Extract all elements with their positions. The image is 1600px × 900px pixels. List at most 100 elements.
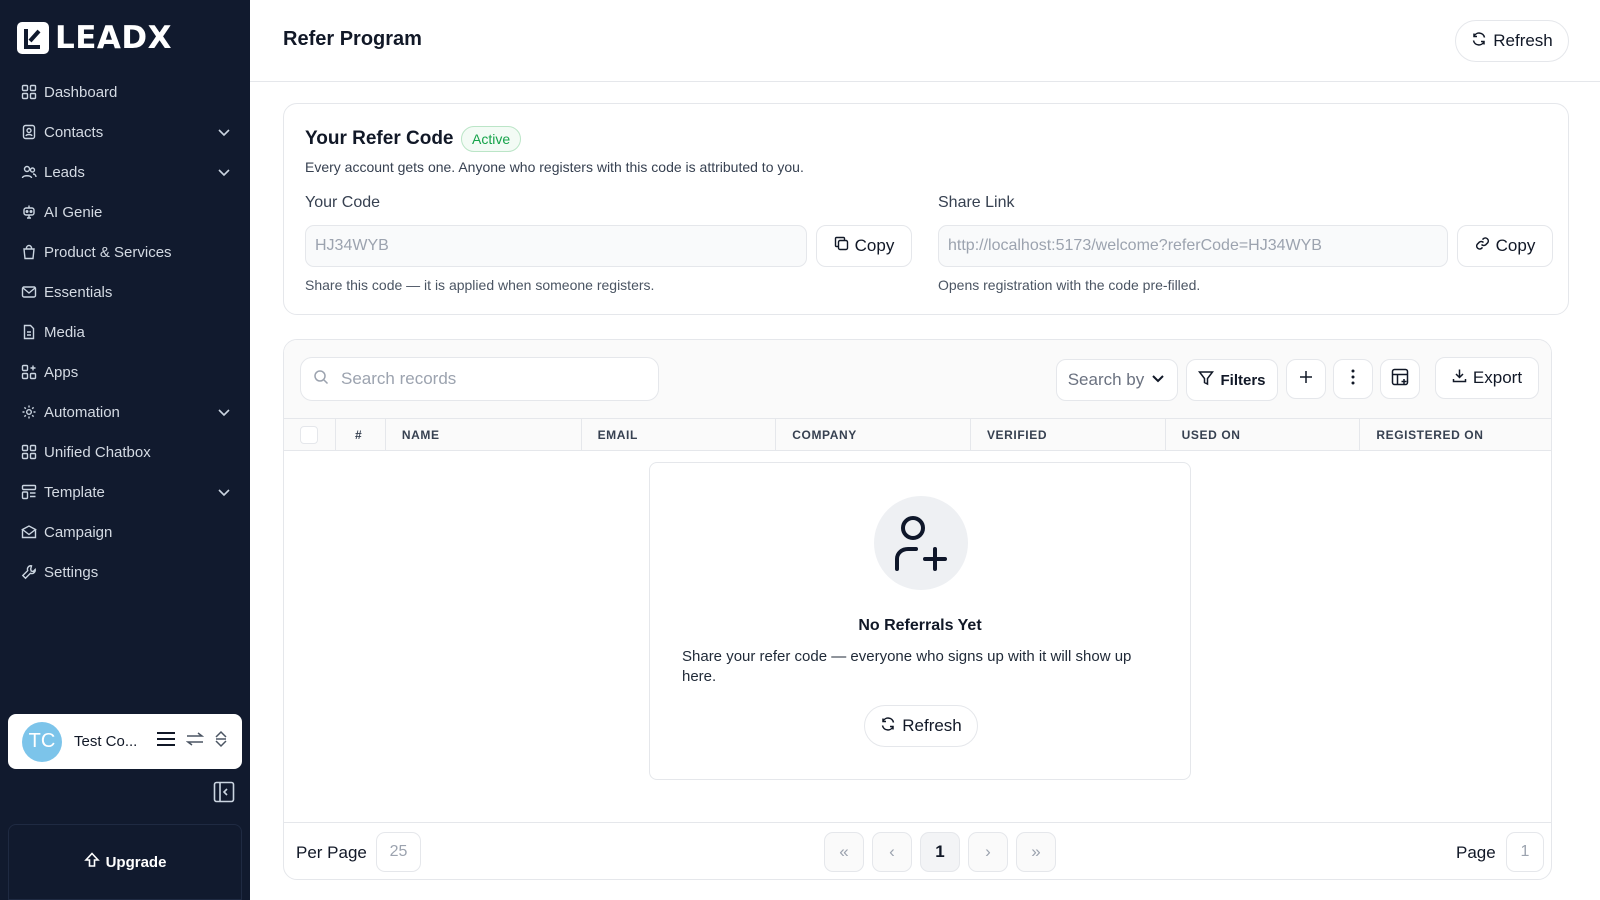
filters-button[interactable]: Filters: [1186, 359, 1278, 401]
filter-icon: [1198, 370, 1215, 390]
sidebar-item-campaign[interactable]: Campaign: [20, 512, 232, 552]
chevron-down-icon[interactable]: [216, 124, 232, 140]
sidebar-item-ai-genie[interactable]: AI Genie: [20, 192, 232, 232]
refer-code-field[interactable]: HJ34WYB: [305, 225, 807, 267]
column-header-email[interactable]: EMAIL: [582, 419, 777, 450]
more-options-button[interactable]: [1333, 359, 1373, 399]
column-header-verified[interactable]: VERIFIED: [971, 419, 1166, 450]
first-page-button[interactable]: «: [824, 832, 864, 872]
your-code-label: Your Code: [305, 194, 381, 211]
search-by-dropdown[interactable]: Search by: [1056, 359, 1178, 401]
sidebar-item-label: Apps: [44, 363, 79, 381]
sidebar-item-label: Essentials: [44, 283, 113, 301]
users-icon: [20, 163, 38, 181]
filters-label: Filters: [1220, 371, 1266, 389]
table-columns-icon: [1391, 368, 1409, 391]
column-header-index[interactable]: #: [336, 419, 386, 450]
upgrade-arrow-icon: [83, 852, 100, 872]
avatar[interactable]: TC: [22, 721, 62, 762]
column-header-company[interactable]: COMPANY: [776, 419, 971, 450]
sidebar-item-label: Campaign: [44, 523, 113, 541]
referrals-table-card: Search records Search by Filters Export …: [283, 339, 1552, 880]
share-link-label: Share Link: [938, 194, 1015, 211]
robot-icon: [20, 203, 38, 221]
upgrade-label: Upgrade: [105, 853, 167, 871]
search-by-label: Search by: [1067, 370, 1145, 389]
sidebar-item-label: Settings: [44, 563, 99, 581]
upgrade-button[interactable]: Upgrade: [8, 824, 242, 900]
sidebar-item-automation[interactable]: Automation: [20, 392, 232, 432]
copy-link-button[interactable]: Copy: [1457, 225, 1553, 267]
column-header-used-on[interactable]: USED ON: [1166, 419, 1361, 450]
chevron-down-icon[interactable]: [216, 484, 232, 500]
sidebar-item-label: Leads: [44, 163, 85, 181]
sidebar-item-apps[interactable]: Apps: [20, 352, 232, 392]
table-header: # NAME EMAIL COMPANY VERIFIED USED ON RE…: [284, 418, 1551, 451]
add-button[interactable]: [1286, 359, 1326, 399]
sidebar-item-label: Product & Services: [44, 243, 172, 261]
sidebar-collapse-icon[interactable]: [213, 781, 235, 803]
template-icon: [20, 483, 38, 501]
sidebar-item-label: Media: [44, 323, 85, 341]
select-all-checkbox[interactable]: [300, 425, 318, 444]
link-hint: Opens registration with the code pre-fil…: [938, 277, 1201, 293]
brand-name: LEADX: [55, 20, 173, 56]
search-input[interactable]: Search records: [300, 357, 659, 401]
sidebar-item-template[interactable]: Template: [20, 472, 232, 512]
table-toolbar: Search records Search by Filters Export: [284, 340, 1551, 418]
sidebar-item-label: AI Genie: [44, 203, 103, 221]
dashboard-grid-icon: [20, 83, 38, 101]
per-page-select[interactable]: 25: [376, 832, 421, 872]
sidebar-item-settings[interactable]: Settings: [20, 552, 232, 592]
user-plus-icon: [874, 496, 968, 590]
status-badge: Active: [461, 126, 522, 152]
export-button[interactable]: Export: [1435, 357, 1539, 399]
sidebar-item-product-services[interactable]: Product & Services: [20, 232, 232, 272]
sidebar-item-contacts[interactable]: Contacts: [20, 112, 232, 152]
empty-state: No Referrals Yet Share your refer code —…: [649, 462, 1191, 780]
sidebar-item-label: Template: [44, 483, 105, 501]
search-icon: [313, 369, 329, 390]
empty-state-title: No Referrals Yet: [858, 617, 982, 634]
envelope-open-icon: [20, 523, 38, 541]
page-header: Refer Program: [250, 0, 1600, 82]
select-all-cell: [284, 419, 336, 450]
empty-refresh-button[interactable]: Refresh: [864, 705, 978, 747]
shopping-bag-icon: [20, 243, 38, 261]
sidebar-item-label: Dashboard: [44, 83, 118, 101]
prev-page-button[interactable]: ‹: [872, 832, 912, 872]
column-settings-button[interactable]: [1380, 359, 1420, 399]
sidebar-item-essentials[interactable]: Essentials: [20, 272, 232, 312]
menu-icon[interactable]: [156, 730, 176, 753]
per-page-label: Per Page: [296, 843, 367, 862]
column-header-registered-on[interactable]: REGISTERED ON: [1360, 419, 1551, 450]
chevron-down-icon[interactable]: [216, 164, 232, 180]
sidebar-item-unified-chatbox[interactable]: Unified Chatbox: [20, 432, 232, 472]
column-header-name[interactable]: NAME: [386, 419, 582, 450]
page-1-button[interactable]: 1: [920, 832, 960, 872]
download-icon: [1452, 368, 1467, 388]
sidebar-item-dashboard[interactable]: Dashboard: [20, 72, 232, 112]
refer-code-card: Your Refer Code Active Every account get…: [283, 103, 1569, 315]
user-account-card[interactable]: TC Test Co...: [8, 714, 242, 769]
chevron-up-down-icon[interactable]: [214, 730, 228, 753]
sidebar-item-leads[interactable]: Leads: [20, 152, 232, 192]
sidebar-item-label: Automation: [44, 403, 120, 421]
copy-icon: [834, 236, 849, 256]
switch-arrows-icon[interactable]: [185, 730, 205, 753]
sidebar-item-media[interactable]: Media: [20, 312, 232, 352]
refer-code-title: Your Refer Code: [305, 128, 454, 149]
page-number-input[interactable]: 1: [1506, 832, 1544, 872]
more-vertical-icon: [1351, 369, 1355, 390]
chevron-down-icon[interactable]: [216, 404, 232, 420]
refresh-icon: [1471, 31, 1487, 52]
header-refresh-button[interactable]: Refresh: [1455, 20, 1569, 62]
share-link-field[interactable]: http://localhost:5173/welcome?referCode=…: [938, 225, 1448, 267]
copy-code-button[interactable]: Copy: [816, 225, 912, 267]
next-page-button[interactable]: ›: [968, 832, 1008, 872]
last-page-button[interactable]: »: [1016, 832, 1056, 872]
code-hint: Share this code — it is applied when som…: [305, 277, 655, 293]
sidebar-item-label: Contacts: [44, 123, 104, 141]
refer-code-description: Every account gets one. Anyone who regis…: [305, 159, 804, 175]
brand-logo[interactable]: LEADX: [17, 20, 172, 56]
